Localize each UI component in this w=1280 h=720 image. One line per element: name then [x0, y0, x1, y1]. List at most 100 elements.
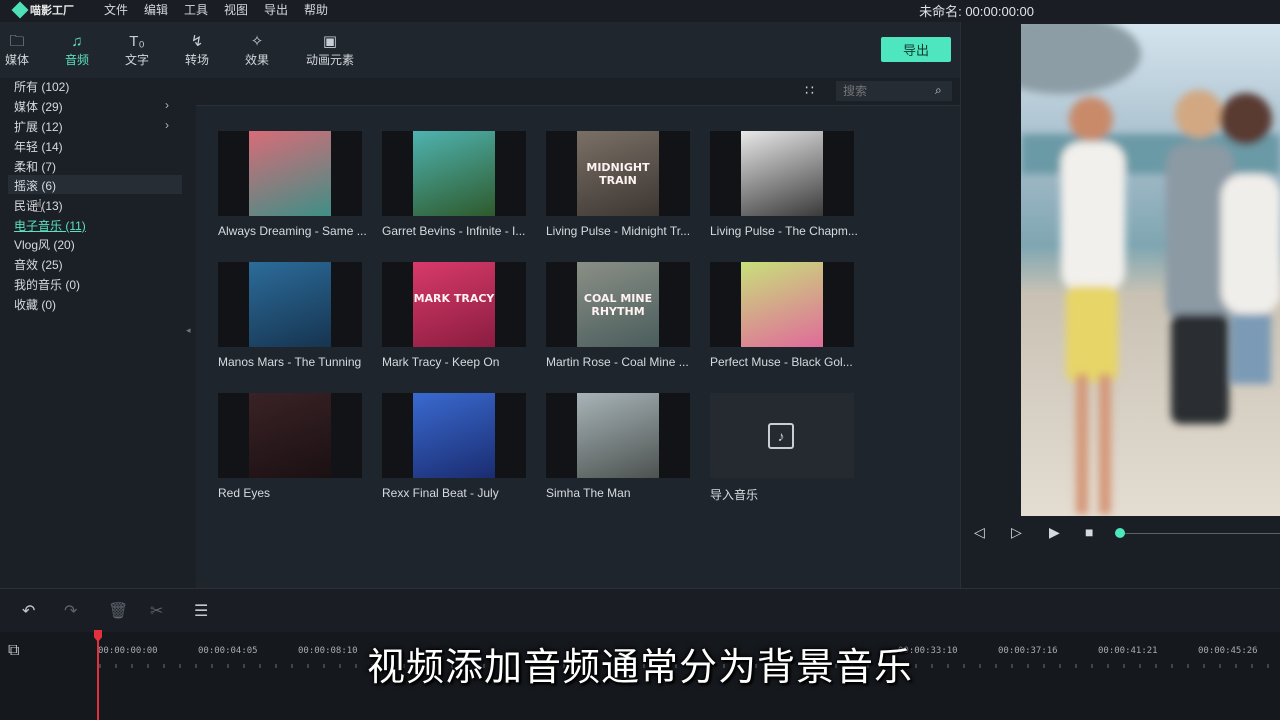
redo-icon[interactable]: ↷ — [64, 601, 77, 621]
tab-effects-label: 效果 — [244, 53, 269, 67]
audio-track-card[interactable]: COAL MINE RHYTHM Martin Rose - Coal Mine … — [546, 262, 690, 369]
export-button[interactable]: 导出 — [881, 37, 951, 62]
audio-track-card[interactable]: Garret Bevins - Infinite - I... — [382, 131, 526, 238]
album-art-text: COAL MINE RHYTHM — [583, 292, 653, 318]
tab-audio-label: 音频 — [64, 53, 89, 67]
menu-help[interactable]: 帮助 — [304, 1, 328, 18]
prev-frame-icon[interactable]: ◁ — [974, 524, 985, 541]
tab-text-label: 文字 — [124, 53, 149, 67]
tab-audio[interactable]: ♫ 音频 — [55, 34, 99, 74]
audio-track-thumbnail[interactable]: COAL MINE RHYTHM — [546, 262, 690, 347]
menu-tools[interactable]: 工具 — [184, 1, 208, 18]
project-title: 未命名: 00:00:00:00 — [919, 4, 1034, 19]
chevron-right-icon[interactable]: › — [165, 118, 169, 132]
category-my-music[interactable]: 我的音乐 (0) — [14, 276, 80, 295]
menu-file[interactable]: 文件 — [104, 1, 128, 18]
stop-icon[interactable]: ■ — [1085, 524, 1093, 540]
tab-transition-label: 转场 — [184, 53, 209, 67]
audio-track-thumbnail[interactable] — [218, 131, 362, 216]
transition-icon: ↯ — [190, 33, 204, 50]
audio-track-label: Living Pulse - The Chapm... — [710, 224, 858, 238]
audio-track-thumbnail[interactable]: MIDNIGHT TRAIN — [546, 131, 690, 216]
tab-elements[interactable]: ▣ 动画元素 — [302, 34, 358, 74]
scrubber-handle[interactable] — [1115, 528, 1125, 538]
import-music-thumbnail[interactable]: ♪ — [710, 393, 854, 478]
audio-track-card[interactable]: MIDNIGHT TRAIN Living Pulse - Midnight Tr… — [546, 131, 690, 238]
tab-elements-label: 动画元素 — [305, 53, 354, 67]
text-icon: T₀ — [129, 33, 145, 50]
album-art-text: MIDNIGHT TRAIN — [586, 161, 650, 187]
add-music-icon: ♪ — [768, 423, 794, 449]
category-electronic[interactable]: 电子音乐 (11) — [14, 217, 86, 236]
album-art — [577, 393, 659, 478]
audio-track-card[interactable]: Always Dreaming - Same ... — [218, 131, 367, 238]
timeline-toolbar — [0, 588, 1280, 632]
album-art — [741, 262, 823, 347]
tab-text[interactable]: T₀ 文字 — [115, 34, 159, 74]
undo-icon[interactable]: ↶ — [22, 601, 35, 621]
album-art: MARK TRACY — [413, 262, 495, 347]
import-music-card[interactable]: ♪ 导入音乐 — [710, 393, 854, 503]
video-subtitle: 视频添加音频通常分为背景音乐 — [366, 645, 913, 689]
audio-track-card[interactable]: Rexx Final Beat - July — [382, 393, 526, 500]
audio-track-card[interactable]: Manos Mars - The Tunning — [218, 262, 362, 369]
audio-track-label: Rexx Final Beat - July — [382, 486, 499, 500]
audio-track-thumbnail[interactable] — [382, 393, 526, 478]
category-favorites[interactable]: 收藏 (0) — [14, 296, 56, 315]
album-art — [249, 262, 331, 347]
category-media[interactable]: 媒体 (29) — [14, 98, 63, 117]
cut-icon[interactable]: ✂ — [150, 601, 163, 621]
album-art: COAL MINE RHYTHM — [577, 262, 659, 347]
collapse-sidebar-icon[interactable]: ◂ — [186, 325, 191, 336]
category-vlog[interactable]: Vlog风 (20) — [14, 236, 75, 255]
audio-track-card[interactable]: Living Pulse - The Chapm... — [710, 131, 858, 238]
menu-edit[interactable]: 编辑 — [144, 1, 168, 18]
audio-track-card[interactable]: MARK TRACY Mark Tracy - Keep On — [382, 262, 526, 369]
audio-track-label: Living Pulse - Midnight Tr... — [546, 224, 691, 238]
album-art — [741, 131, 823, 216]
album-art — [413, 131, 495, 216]
audio-track-thumbnail[interactable] — [710, 131, 854, 216]
audio-track-card[interactable]: Simha The Man — [546, 393, 690, 500]
menu-export[interactable]: 导出 — [264, 1, 288, 18]
album-art — [249, 393, 331, 478]
tab-media[interactable]: 🗀 媒体 — [0, 34, 39, 74]
app-logo: 喵影工厂 — [11, 0, 74, 20]
video-preview — [1021, 24, 1280, 516]
audio-track-thumbnail[interactable] — [710, 262, 854, 347]
app-logo-text: 喵影工厂 — [30, 5, 74, 17]
menu-view[interactable]: 视图 — [224, 1, 248, 18]
audio-track-thumbnail[interactable]: MARK TRACY — [382, 262, 526, 347]
category-all[interactable]: 所有 (102) — [14, 78, 69, 97]
audio-track-thumbnail[interactable] — [218, 262, 362, 347]
audio-track-thumbnail[interactable] — [218, 393, 362, 478]
delete-icon[interactable]: 🗑 — [108, 601, 128, 621]
category-extended[interactable]: 扩展 (12) — [14, 118, 63, 137]
audio-track-thumbnail[interactable] — [546, 393, 690, 478]
category-young[interactable]: 年轻 (14) — [14, 138, 63, 157]
preview-scrubber[interactable] — [1120, 533, 1280, 534]
audio-track-card[interactable]: Red Eyes — [218, 393, 362, 500]
audio-track-label: Garret Bevins - Infinite - I... — [382, 224, 526, 238]
adjust-icon[interactable]: ☰ — [194, 601, 208, 621]
play-icon[interactable]: ▶ — [1049, 524, 1060, 541]
chevron-right-icon[interactable]: › — [165, 98, 169, 112]
folder-icon: 🗀 — [9, 33, 25, 50]
search-icon[interactable]: ⌕ — [935, 83, 942, 98]
grid-view-icon[interactable]: ∷ — [805, 82, 814, 99]
tab-media-label: 媒体 — [4, 53, 29, 67]
album-art: MIDNIGHT TRAIN — [577, 131, 659, 216]
tab-effects[interactable]: ✧ 效果 — [235, 34, 279, 74]
tab-transition[interactable]: ↯ 转场 — [175, 34, 219, 74]
audio-track-card[interactable]: Perfect Muse - Black Gol... — [710, 262, 854, 369]
category-soft[interactable]: 柔和 (7) — [14, 158, 56, 177]
audio-track-label: Red Eyes — [218, 486, 271, 500]
audio-track-thumbnail[interactable] — [382, 131, 526, 216]
category-sound-effects[interactable]: 音效 (25) — [14, 256, 63, 275]
effects-icon: ✧ — [250, 33, 264, 50]
audio-track-label: Perfect Muse - Black Gol... — [710, 355, 853, 369]
album-art — [413, 393, 495, 478]
next-frame-icon[interactable]: ▷ — [1011, 524, 1022, 541]
category-rock[interactable]: 摇滚 (6) — [14, 177, 56, 196]
audio-track-label: Always Dreaming - Same ... — [218, 224, 367, 238]
